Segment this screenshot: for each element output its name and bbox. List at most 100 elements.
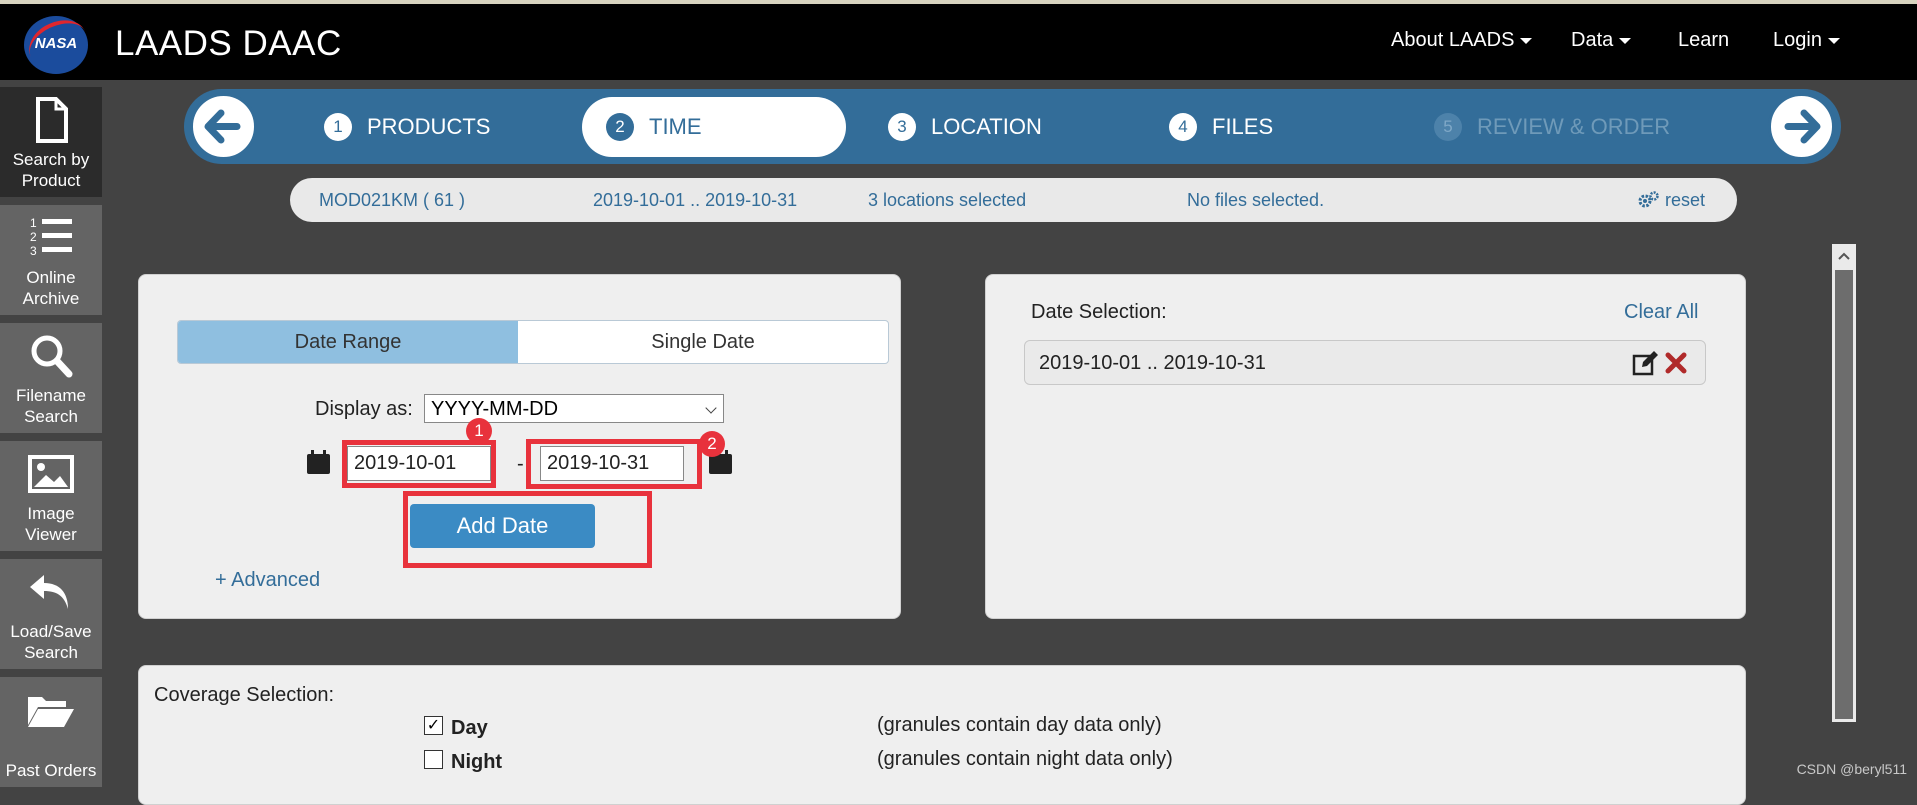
selected-date-range: 2019-10-01 .. 2019-10-31 <box>1039 352 1266 374</box>
delete-icon[interactable] <box>1665 352 1687 374</box>
summary-product[interactable]: MOD021KM ( 61 ) <box>319 190 465 211</box>
undo-icon <box>30 575 68 609</box>
day-label: Day <box>451 717 488 739</box>
reset-button[interactable]: reset <box>1638 190 1705 211</box>
sidebar-item-image-viewer[interactable]: Image Viewer <box>0 441 102 551</box>
sidebar-label: Online <box>26 268 76 287</box>
image-icon <box>28 455 74 493</box>
date-mode-toggle: Date Range Single Date <box>177 320 889 364</box>
numbered-list-icon: 1 2 3 <box>30 216 72 258</box>
sidebar-item-filename-search[interactable]: Filename Search <box>0 323 102 433</box>
workflow-stepper: 1 PRODUCTS 2 TIME 3 LOCATION 4 FILES 5 R… <box>184 89 1841 164</box>
sidebar-label: Image <box>27 504 75 523</box>
sidebar-item-load-save-search[interactable]: Load/Save Search <box>0 559 102 669</box>
step-review-order: 5 REVIEW & ORDER <box>1434 89 1670 164</box>
svg-text:1: 1 <box>30 216 37 230</box>
chevron-down-icon <box>705 402 717 414</box>
highlight-box-end-date <box>526 439 702 489</box>
night-description: (granules contain night data only) <box>877 748 1173 770</box>
sidebar-label: Past Orders <box>5 761 97 780</box>
step-time[interactable]: 2 TIME <box>582 97 846 157</box>
tab-single-date[interactable]: Single Date <box>518 321 888 363</box>
arrow-left-icon <box>204 109 241 144</box>
next-step-button[interactable] <box>1768 93 1835 160</box>
highlight-box-add-date <box>403 491 652 568</box>
reset-label: reset <box>1665 190 1706 210</box>
date-format-select[interactable]: YYYY-MM-DD <box>424 394 724 423</box>
date-separator: - <box>517 453 524 475</box>
sidebar-label: Viewer <box>25 525 77 544</box>
step-number: 5 <box>1434 112 1462 141</box>
tab-date-range[interactable]: Date Range <box>178 321 518 363</box>
sidebar-label: Load/Save <box>10 622 92 641</box>
edit-icon[interactable] <box>1632 350 1660 376</box>
folder-open-icon <box>28 697 74 727</box>
day-description: (granules contain day data only) <box>877 714 1162 736</box>
step-number: 3 <box>888 112 916 141</box>
step-number: 1 <box>324 112 352 141</box>
date-selection-panel: Date Selection: Clear All 2019-10-01 .. … <box>985 274 1746 619</box>
selected-date-row: 2019-10-01 .. 2019-10-31 <box>1024 340 1706 385</box>
clear-all-link[interactable]: Clear All <box>1624 301 1698 324</box>
cogs-icon <box>1638 191 1659 208</box>
scrollbar-thumb[interactable] <box>1835 270 1853 719</box>
sidebar-label: Archive <box>22 289 80 308</box>
sidebar-label: Product <box>21 171 81 190</box>
annotation-badge-1: 1 <box>466 418 492 444</box>
svg-text:3: 3 <box>30 244 37 258</box>
day-checkbox[interactable]: ✓ <box>424 716 443 735</box>
arrow-right-icon <box>1784 109 1821 144</box>
step-label: LOCATION <box>931 113 1042 139</box>
logo-text: NASA <box>34 35 78 52</box>
nav-learn[interactable]: Learn <box>1678 29 1729 52</box>
top-navbar: NASA LAADS DAAC About LAADS Data Learn L… <box>0 0 1917 80</box>
svg-text:2: 2 <box>30 230 37 244</box>
nav-about-laads[interactable]: About LAADS <box>1391 29 1532 52</box>
annotation-badge-2: 2 <box>699 431 725 457</box>
watermark: CSDN @beryl511 <box>1796 761 1907 777</box>
calendar-icon[interactable] <box>306 449 331 475</box>
selection-summary-bar: MOD021KM ( 61 ) 2019-10-01 .. 2019-10-31… <box>290 178 1737 222</box>
sidebar-item-search-by-product[interactable]: Search by Product <box>0 87 102 197</box>
nav-data-label: Data <box>1571 29 1614 51</box>
step-label: FILES <box>1212 113 1274 139</box>
summary-locations[interactable]: 3 locations selected <box>868 190 1026 211</box>
nav-about-label: About LAADS <box>1391 29 1515 51</box>
display-as-label: Display as: <box>315 398 413 420</box>
night-checkbox[interactable] <box>424 750 443 769</box>
step-location[interactable]: 3 LOCATION <box>888 89 1042 164</box>
time-selection-panel: Date Range Single Date Display as: YYYY-… <box>138 274 901 619</box>
coverage-selection-panel: Coverage Selection: ✓ Day (granules cont… <box>138 665 1746 805</box>
advanced-options-link[interactable]: + Advanced <box>215 569 320 592</box>
step-label: TIME <box>649 114 702 139</box>
document-icon <box>36 97 68 143</box>
sidebar-label: Search <box>24 407 78 426</box>
app-title[interactable]: LAADS DAAC <box>115 24 342 64</box>
step-number: 2 <box>606 113 634 141</box>
sidebar-label: Search by <box>12 150 90 169</box>
highlight-box-start-date <box>342 440 496 488</box>
date-selection-title: Date Selection: <box>1031 301 1167 323</box>
summary-time[interactable]: 2019-10-01 .. 2019-10-31 <box>593 190 797 211</box>
nav-data[interactable]: Data <box>1571 29 1631 52</box>
sidebar-item-past-orders[interactable]: Past Orders <box>0 677 102 787</box>
nav-login[interactable]: Login <box>1773 29 1840 52</box>
sidebar-label: Filename <box>16 386 86 405</box>
step-label: REVIEW & ORDER <box>1477 113 1671 139</box>
night-label: Night <box>451 751 503 773</box>
step-number: 4 <box>1169 112 1197 141</box>
step-label: PRODUCTS <box>367 113 491 139</box>
page-scrollbar[interactable] <box>1832 244 1856 722</box>
coverage-title: Coverage Selection: <box>154 684 335 706</box>
sidebar-label: Search <box>24 643 78 662</box>
previous-step-button[interactable] <box>190 93 257 160</box>
step-files[interactable]: 4 FILES <box>1169 89 1273 164</box>
scroll-up-icon[interactable] <box>1832 246 1856 266</box>
step-products[interactable]: 1 PRODUCTS <box>324 89 490 164</box>
search-icon <box>31 335 73 378</box>
date-format-value: YYYY-MM-DD <box>431 398 559 420</box>
nav-login-label: Login <box>1773 29 1822 51</box>
summary-files[interactable]: No files selected. <box>1187 190 1324 211</box>
sidebar-item-online-archive[interactable]: 1 2 3 Online Archive <box>0 205 102 315</box>
nasa-logo[interactable]: NASA <box>21 11 95 77</box>
